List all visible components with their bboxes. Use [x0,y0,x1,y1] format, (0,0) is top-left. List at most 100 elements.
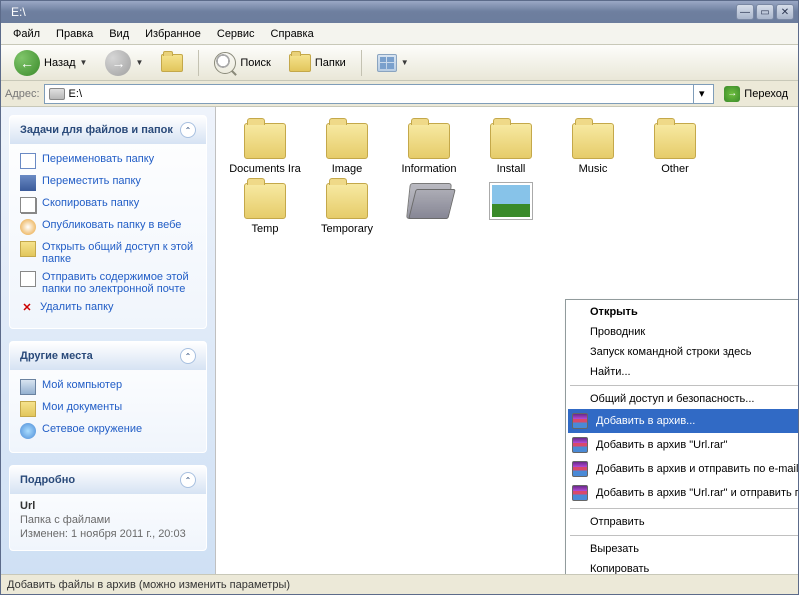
panel-title-details: Подробно [20,474,75,486]
task-label: Опубликовать папку в вебе [42,219,181,231]
panel-header-places[interactable]: Другие места ⌃ [10,342,206,370]
task-share[interactable]: Открыть общий доступ к этой папке [20,238,196,268]
details-name: Url [20,500,35,512]
file-view[interactable]: Documents IraImageInformation Install Musi… [216,107,798,574]
context-menu-item[interactable]: Запуск командной строки здесь [568,342,798,362]
address-input[interactable] [69,88,690,100]
back-button[interactable]: ← Назад ▼ [7,47,94,79]
file-item[interactable]: Information [388,119,470,179]
task-copy[interactable]: Скопировать папку [20,194,196,216]
file-item[interactable]: Install [470,119,552,179]
context-menu-item[interactable]: Найти... [568,362,798,382]
maximize-button[interactable]: ▭ [756,4,774,20]
folder-icon [408,123,450,159]
menu-edit[interactable]: Правка [48,25,101,43]
context-menu-item[interactable]: Проводник [568,322,798,342]
menu-help[interactable]: Справка [263,25,322,43]
rename-icon [20,153,36,169]
context-menu-separator [570,508,798,509]
details-modified: Изменен: 1 ноября 2011 г., 20:03 [20,528,196,540]
status-text: Добавить файлы в архив (можно изменить п… [7,579,290,591]
file-item[interactable]: Music [552,119,634,179]
task-label: Скопировать папку [42,197,139,209]
context-menu-label: Найти... [590,366,631,378]
toolbar: ← Назад ▼ → ▼ Поиск Папки ▼ [1,45,798,81]
collapse-icon: ⌃ [180,348,196,364]
search-button[interactable]: Поиск [207,49,277,77]
folder-icon [654,123,696,159]
context-menu-label: Общий доступ и безопасность... [590,393,754,405]
mail-icon [20,271,36,287]
task-rename[interactable]: Переименовать папку [20,150,196,172]
folder-icon [244,123,286,159]
file-item[interactable]: Temporary [306,179,388,239]
panel-header-tasks[interactable]: Задачи для файлов и папок ⌃ [10,116,206,144]
place-my-computer[interactable]: Мой компьютер [20,376,196,398]
file-item[interactable]: Image [306,119,388,179]
back-dropdown-icon: ▼ [80,58,88,67]
task-label: Удалить папку [40,301,114,313]
context-menu-separator [570,535,798,536]
context-menu-item[interactable]: Добавить в архив "Url.rar" и отправить п… [568,481,798,505]
window-buttons: — ▭ ✕ [736,4,794,20]
place-network[interactable]: Сетевое окружение [20,420,196,442]
task-delete[interactable]: ✕Удалить папку [20,298,196,318]
context-menu-item[interactable]: Отправить▶ [568,512,798,532]
context-menu-item[interactable]: Открыть [568,302,798,322]
details-body: Url Папка с файлами Изменен: 1 ноября 20… [10,494,206,550]
panel-title-tasks: Задачи для файлов и папок [20,124,173,136]
folders-button[interactable]: Папки [282,51,353,75]
share-icon [20,241,36,257]
folder-icon [490,123,532,159]
place-my-documents[interactable]: Мои документы [20,398,196,420]
file-item[interactable]: Temp [224,179,306,239]
context-menu-label: Копировать [590,563,649,574]
context-menu: ОткрытьПроводникЗапуск командной строки … [565,299,798,574]
file-item[interactable]: Documents Ira [224,119,306,179]
task-publish[interactable]: Опубликовать папку в вебе [20,216,196,238]
file-label: Music [579,163,608,175]
file-label: Install [497,163,526,175]
back-label: Назад [44,57,76,69]
menu-tools[interactable]: Сервис [209,25,263,43]
context-menu-item[interactable]: Копировать [568,559,798,574]
context-menu-item[interactable]: Добавить в архив и отправить по e-mail..… [568,457,798,481]
address-label: Адрес: [5,88,40,100]
go-button[interactable]: → Переход [718,84,794,104]
up-button[interactable] [154,51,190,75]
folder-icon [244,183,286,219]
up-folder-icon [161,54,183,72]
status-bar: Добавить файлы в архив (можно изменить п… [1,574,798,594]
address-dropdown[interactable]: ▾ [693,85,709,103]
file-item[interactable]: Other [634,119,716,179]
details-type: Папка с файлами [20,514,196,526]
file-item[interactable] [470,179,552,239]
context-menu-item[interactable]: Общий доступ и безопасность... [568,389,798,409]
web-icon [20,219,36,235]
address-field[interactable]: ▾ [44,84,715,104]
task-email[interactable]: Отправить содержимое этой папки по элект… [20,268,196,298]
context-menu-item[interactable]: Добавить в архив "Url.rar" [568,433,798,457]
minimize-button[interactable]: — [736,4,754,20]
context-menu-label: Добавить в архив "Url.rar" [596,439,728,451]
panel-details: Подробно ⌃ Url Папка с файлами Изменен: … [9,465,207,551]
toolbar-separator [198,50,199,76]
drive-icon [49,88,65,100]
forward-button[interactable]: → ▼ [98,47,150,79]
folder-open-icon [408,183,450,219]
panel-body-places: Мой компьютер Мои документы Сетевое окру… [10,370,206,452]
context-menu-item[interactable]: Добавить в архив... [568,409,798,433]
menu-file[interactable]: Файл [5,25,48,43]
context-menu-label: Добавить в архив... [596,415,695,427]
context-menu-item[interactable]: Вырезать [568,539,798,559]
panel-header-details[interactable]: Подробно ⌃ [10,466,206,494]
views-button[interactable]: ▼ [370,51,416,75]
task-move[interactable]: Переместить папку [20,172,196,194]
task-label: Переместить папку [42,175,141,187]
go-label: Переход [744,88,788,100]
file-item[interactable] [388,179,470,239]
rar-icon [572,437,588,453]
close-button[interactable]: ✕ [776,4,794,20]
menu-view[interactable]: Вид [101,25,137,43]
menu-favorites[interactable]: Избранное [137,25,209,43]
